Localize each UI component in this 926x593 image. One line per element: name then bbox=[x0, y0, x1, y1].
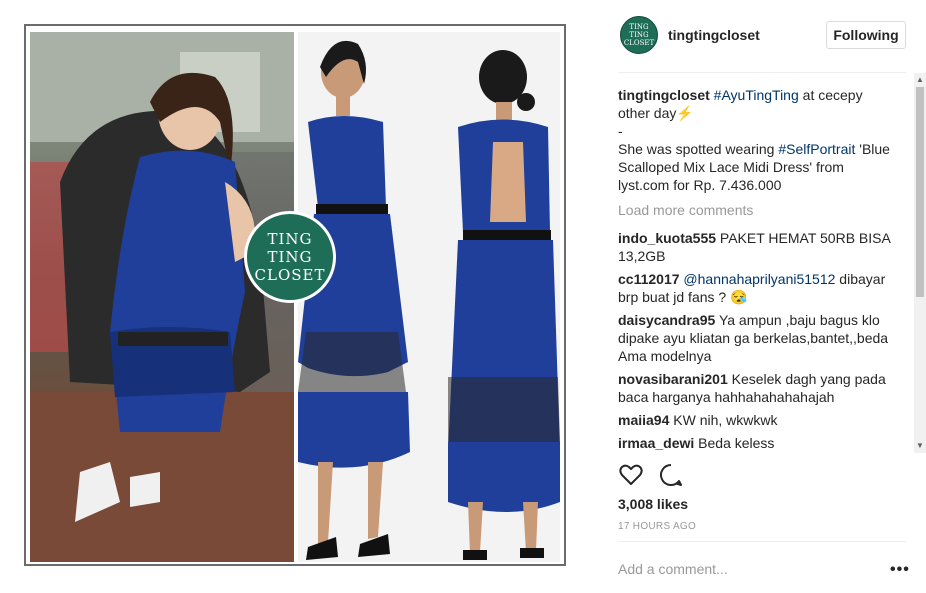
post-image[interactable]: TING TING CLOSET bbox=[24, 24, 566, 566]
list-item: daisycandra95 Ya ampun ,baju bagus klo d… bbox=[618, 311, 894, 365]
caption-dash: - bbox=[618, 123, 623, 139]
scroll-up-icon[interactable]: ▲ bbox=[914, 75, 926, 85]
header-username[interactable]: tingtingcloset bbox=[668, 27, 760, 43]
watermark-line-2: CLOSET bbox=[254, 266, 326, 284]
list-item: novasibarani201 Keselek dagh yang pada b… bbox=[618, 370, 894, 406]
brand-watermark: TING TING CLOSET bbox=[244, 211, 336, 303]
caption: tingtingcloset #AyuTingTing at cecepy ot… bbox=[618, 86, 894, 194]
divider bbox=[618, 541, 906, 542]
comment-username[interactable]: maiia94 bbox=[618, 412, 669, 428]
add-comment-input[interactable]: Add a comment... bbox=[618, 561, 728, 577]
like-count[interactable]: 3,008 likes bbox=[618, 496, 688, 512]
heart-icon[interactable] bbox=[618, 462, 644, 488]
comment-username[interactable]: novasibarani201 bbox=[618, 371, 728, 387]
photo-celebrity bbox=[30, 32, 294, 562]
list-item: maiia94 KW nih, wkwkwk bbox=[618, 411, 894, 429]
post-details: TING TING CLOSET tingtingcloset Followin… bbox=[618, 0, 926, 593]
hashtag-link[interactable]: #AyuTingTing bbox=[714, 87, 799, 103]
avatar[interactable]: TING TING CLOSET bbox=[620, 16, 658, 54]
load-more-comments-link[interactable]: Load more comments bbox=[618, 201, 914, 219]
comment-username[interactable]: daisycandra95 bbox=[618, 312, 715, 328]
following-button[interactable]: Following bbox=[826, 21, 906, 49]
more-options-icon[interactable]: ••• bbox=[890, 561, 910, 579]
watermark-line-1: TING TING bbox=[267, 230, 313, 266]
avatar-line-1: TING TING bbox=[629, 23, 649, 39]
list-item: indo_kuota555 PAKET HEMAT 50RB BISA 13,2… bbox=[618, 229, 894, 265]
scroll-thumb[interactable] bbox=[916, 87, 924, 297]
list-item: cc112017 @hannahaprilyani51512 dibayar b… bbox=[618, 270, 894, 306]
hashtag-link[interactable]: #SelfPortrait bbox=[778, 141, 855, 157]
caption-username[interactable]: tingtingcloset bbox=[618, 87, 710, 103]
comments-list[interactable]: tingtingcloset #AyuTingTing at cecepy ot… bbox=[618, 86, 914, 452]
list-item: irmaa_dewi Beda keless bbox=[618, 434, 894, 452]
comment-text: Beda keless bbox=[698, 435, 775, 451]
photo-model-dress bbox=[298, 32, 560, 562]
divider bbox=[618, 72, 906, 73]
comment-icon[interactable] bbox=[658, 462, 684, 488]
comments-scrollbar[interactable]: ▲ ▼ bbox=[914, 73, 926, 453]
celebrity-illustration bbox=[30, 32, 294, 562]
comment-username[interactable]: irmaa_dewi bbox=[618, 435, 694, 451]
comment-text: KW nih, wkwkwk bbox=[673, 412, 778, 428]
action-bar bbox=[618, 462, 906, 488]
timestamp[interactable]: 17 HOURS AGO bbox=[618, 521, 696, 532]
scroll-down-icon[interactable]: ▼ bbox=[914, 441, 926, 451]
comment-username[interactable]: cc112017 bbox=[618, 271, 680, 287]
model-illustration bbox=[298, 32, 560, 562]
avatar-line-2: CLOSET bbox=[623, 39, 655, 47]
post-header: TING TING CLOSET tingtingcloset Followin… bbox=[618, 14, 906, 58]
caption-text: She was spotted wearing bbox=[618, 141, 779, 157]
comment-username[interactable]: indo_kuota555 bbox=[618, 230, 716, 246]
mention-link[interactable]: @hannahaprilyani51512 bbox=[683, 271, 835, 287]
